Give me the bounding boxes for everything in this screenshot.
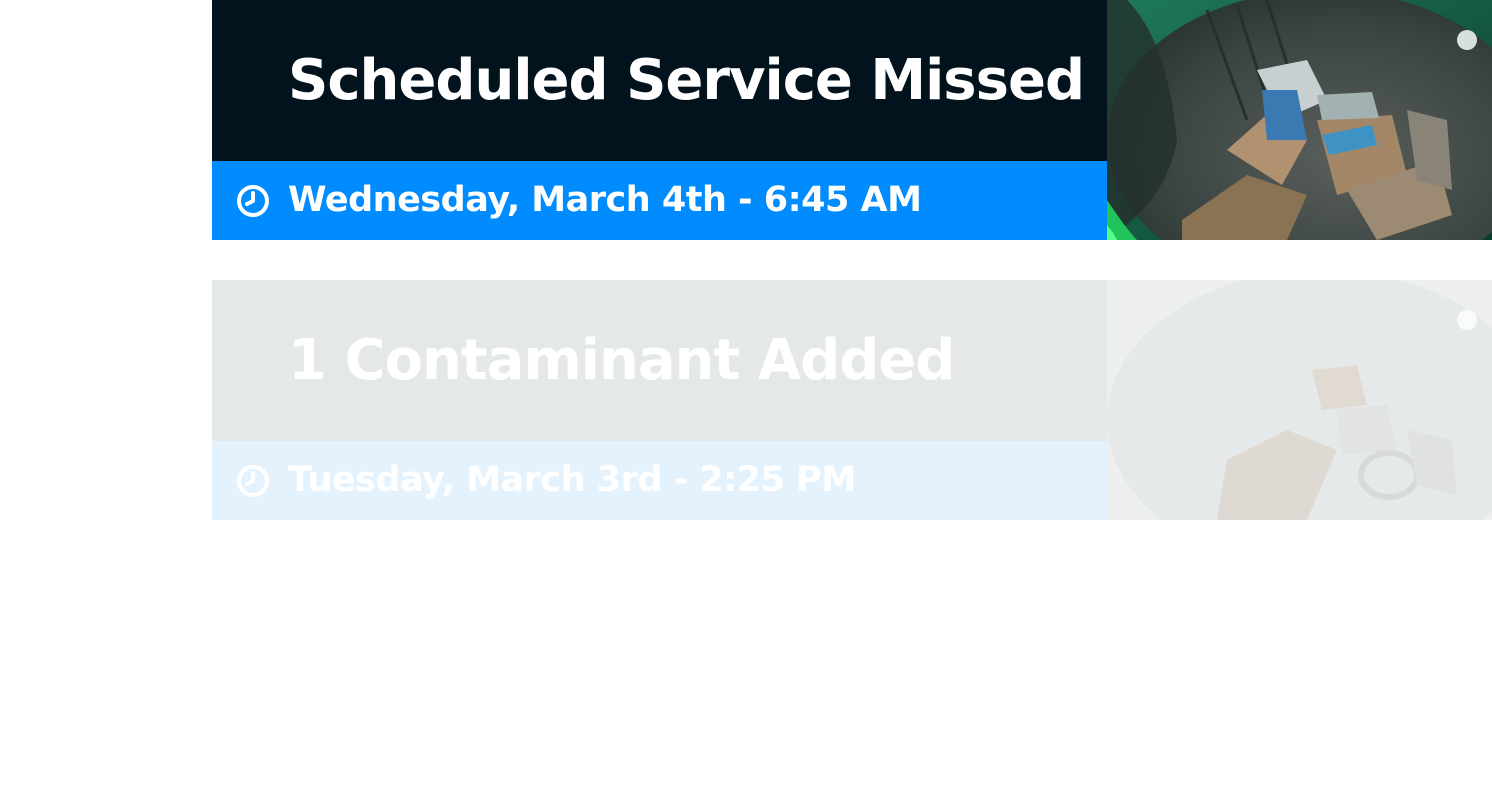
event-time-bar: Wednesday, March 4th - 6:45 AM bbox=[212, 161, 1107, 240]
event-title: Scheduled Service Missed bbox=[288, 47, 1085, 113]
event-header: 1 Contaminant Added bbox=[212, 280, 1107, 441]
event-header: Scheduled Service Missed bbox=[212, 0, 1107, 161]
event-card-contaminant-added[interactable]: 1 Contaminant Added Tuesday, March 3rd -… bbox=[212, 280, 1492, 520]
event-feed: Scheduled Service Missed Wednesday, Marc… bbox=[212, 0, 1492, 520]
event-title: 1 Contaminant Added bbox=[288, 327, 955, 393]
event-time-bar: Tuesday, March 3rd - 2:25 PM bbox=[212, 441, 1107, 520]
event-photo-thumbnail[interactable] bbox=[1107, 0, 1492, 240]
clock-icon bbox=[236, 184, 270, 218]
event-card-body: Scheduled Service Missed Wednesday, Marc… bbox=[212, 0, 1107, 240]
event-card-service-missed[interactable]: Scheduled Service Missed Wednesday, Marc… bbox=[212, 0, 1492, 240]
clock-icon bbox=[236, 464, 270, 498]
event-timestamp: Tuesday, March 3rd - 2:25 PM bbox=[288, 460, 856, 500]
event-card-body: 1 Contaminant Added Tuesday, March 3rd -… bbox=[212, 280, 1107, 520]
event-photo-thumbnail[interactable] bbox=[1107, 280, 1492, 520]
event-timestamp: Wednesday, March 4th - 6:45 AM bbox=[288, 180, 922, 220]
